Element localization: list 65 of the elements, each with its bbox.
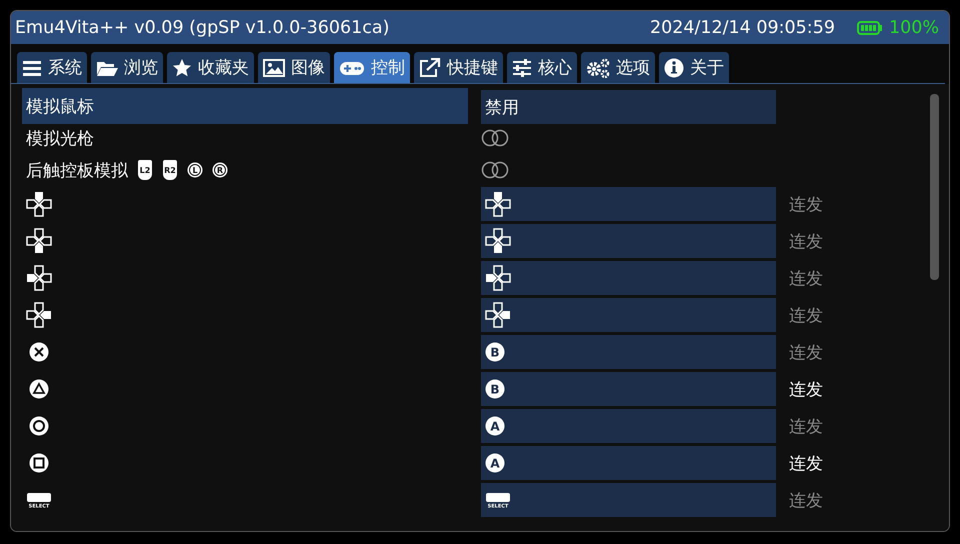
info-icon [664, 58, 684, 78]
mapping-field[interactable]: A [481, 446, 776, 480]
turbo-toggle[interactable]: 连发 [789, 340, 924, 364]
turbo-toggle[interactable]: 连发 [789, 266, 924, 290]
turbo-toggle[interactable]: 连发 [789, 452, 924, 474]
toggle-switch[interactable] [481, 161, 509, 179]
mapping-field[interactable] [481, 298, 776, 332]
window-title: Emu4Vita++ v0.09 (gpSP v1.0.0-36061ca) [15, 18, 390, 38]
letter-button-icon: A [485, 453, 505, 473]
tab[interactable]: 关于 [659, 52, 729, 83]
gears-icon [586, 58, 610, 78]
dpad-icon [485, 191, 511, 217]
mapping-field[interactable]: A [481, 409, 776, 443]
dpad-icon [485, 265, 511, 291]
mapping-field[interactable] [481, 224, 776, 258]
mapping-field[interactable]: B [481, 335, 776, 369]
triangle-button-icon [29, 379, 49, 399]
tab[interactable]: 选项 [581, 52, 655, 83]
label-text: 模拟光枪 [26, 128, 94, 150]
tab[interactable]: 快捷键 [414, 52, 503, 83]
tab[interactable]: 图像 [258, 52, 330, 83]
tab[interactable]: 系统 [17, 52, 87, 83]
turbo-toggle[interactable]: 连发 [789, 488, 924, 512]
setting-label[interactable]: 后触控板模拟 L2 R2 L R [22, 154, 468, 186]
dpad-icon [485, 228, 511, 254]
dpad-icon [485, 302, 511, 328]
stick-button-icon: R [212, 162, 228, 178]
dpad-icon [26, 191, 52, 217]
shoulder-button-icon: L2 [137, 159, 153, 181]
letter-button-icon: A [485, 416, 505, 436]
sliders-icon [512, 58, 532, 78]
setting-label[interactable]: 模拟光枪 [22, 122, 468, 154]
letter-button-icon: B [485, 342, 505, 362]
letter-button-icon: B [485, 379, 505, 399]
tab[interactable]: 核心 [507, 52, 577, 83]
external-link-icon [419, 58, 441, 78]
circle-button-icon [29, 416, 49, 436]
image-icon [263, 58, 285, 78]
turbo-toggle[interactable]: 连发 [789, 192, 924, 216]
turbo-toggle[interactable]: 连发 [789, 414, 924, 438]
turbo-toggle[interactable]: 连发 [789, 304, 924, 326]
stick-button-icon: L [187, 162, 203, 178]
battery-icon [856, 20, 883, 34]
star-icon [172, 58, 192, 78]
dpad-icon [26, 265, 52, 291]
shoulder-button-icon: R2 [162, 159, 178, 181]
label-text: 后触控板模拟 [26, 160, 128, 182]
mapping-field[interactable] [481, 261, 776, 295]
turbo-toggle[interactable]: 连发 [789, 378, 924, 400]
battery-percent: 100% [888, 18, 939, 38]
label-text: 模拟鼠标 [26, 96, 94, 118]
selected-row-label[interactable]: 模拟鼠标 [22, 88, 468, 124]
dpad-icon [26, 302, 52, 328]
toggle-switch[interactable] [481, 129, 509, 147]
tab[interactable]: 控制 [334, 52, 410, 83]
value-field[interactable]: 禁用 [481, 90, 776, 124]
cross-button-icon [29, 342, 49, 362]
date-time: 2024/12/14 09:05:59 [650, 18, 835, 38]
dpad-icon [26, 228, 52, 254]
square-button-icon [29, 453, 49, 473]
tab[interactable]: 收藏夹 [167, 52, 254, 83]
turbo-toggle[interactable]: 连发 [789, 230, 924, 252]
mapping-field[interactable] [481, 187, 776, 221]
tab[interactable]: 浏览 [91, 52, 163, 83]
mapping-field[interactable]: B [481, 372, 776, 406]
